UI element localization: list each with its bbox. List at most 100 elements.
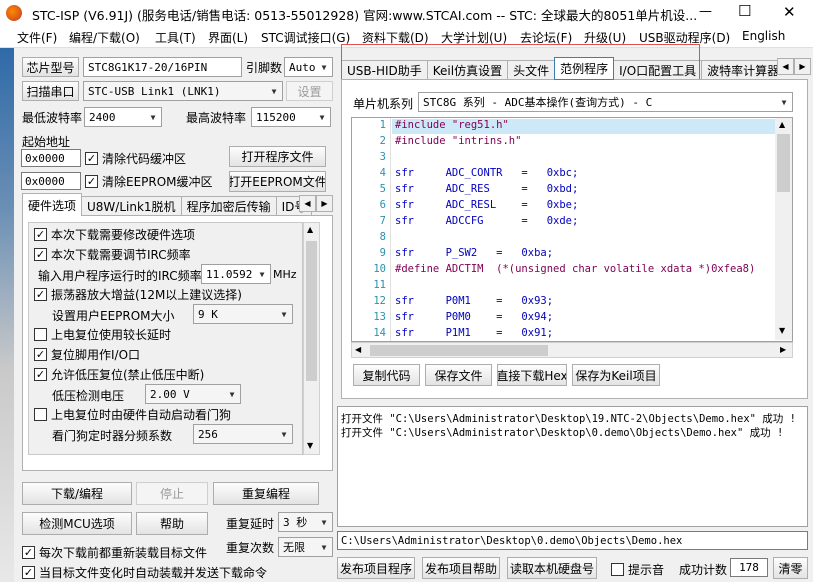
tab-hardware-options[interactable]: 硬件选项 (22, 193, 83, 216)
scroll-up-icon[interactable]: ▲ (307, 225, 313, 234)
sound-label: 提示音 (628, 563, 665, 577)
scroll-down-icon[interactable]: ▼ (779, 326, 785, 335)
scroll-up-icon[interactable]: ▲ (779, 120, 785, 129)
menu-usb-driver[interactable]: USB驱动程序(D) (639, 29, 730, 46)
code-line: sfr P0M1 = 0x93; (395, 295, 554, 307)
port-value: STC-USB Link1 (LNK1) (88, 84, 221, 98)
scroll-thumb[interactable] (306, 241, 317, 381)
tab-baud-calc[interactable]: 波特率计算器 (701, 60, 777, 80)
menu-upgrade[interactable]: 升级(U) (584, 29, 626, 46)
menu-tools[interactable]: 工具(T) (155, 29, 196, 46)
chevron-down-icon: ▼ (229, 389, 235, 399)
publish-project-button[interactable]: 发布项目程序 (337, 557, 415, 579)
tab-header-file[interactable]: 头文件 (507, 60, 556, 80)
publish-help-button[interactable]: 发布项目帮助 (422, 557, 500, 579)
max-baud-value: 115200 (256, 110, 296, 124)
watchdog-divider-select[interactable]: 256 ▼ (193, 424, 293, 444)
pin-count-select[interactable]: Auto ▼ (284, 57, 333, 77)
low-voltage-reset-checkbox[interactable]: ✓ 允许低压复位(禁止低压中断) (34, 366, 204, 383)
save-keil-project-button[interactable]: 保存为Keil项目 (572, 364, 660, 386)
menu-docs[interactable]: 资料下载(D) (362, 29, 429, 46)
line-number: 3 (379, 151, 386, 163)
eeprom-size-select[interactable]: 9 K ▼ (193, 304, 293, 324)
menu-university[interactable]: 大学计划(U) (441, 29, 507, 46)
max-baud-select[interactable]: 115200 ▼ (251, 107, 331, 127)
options-scrollbar[interactable]: ▲ ▼ (303, 222, 320, 455)
code-scroll-thumb[interactable] (777, 134, 790, 192)
osc-gain-checkbox[interactable]: ✓ 振荡器放大增益(12M以上建议选择) (34, 286, 242, 303)
minimize-icon[interactable]: — (699, 4, 712, 19)
code-hscroll-thumb[interactable] (370, 345, 548, 356)
address-eeprom-value: 0x0000 (25, 174, 65, 188)
settings-button[interactable]: 设置 (286, 81, 333, 101)
tab-examples[interactable]: 范例程序 (554, 57, 615, 80)
chip-model-button[interactable]: 芯片型号 (22, 57, 79, 77)
detect-mcu-button[interactable]: 检测MCU选项 (22, 512, 132, 535)
maximize-icon[interactable]: ☐ (738, 2, 751, 20)
menu-forum[interactable]: 去论坛(F) (520, 29, 572, 46)
code-scrollbar-h[interactable]: ◀ ▶ (351, 342, 793, 358)
tab-offline[interactable]: U8W/Link1脱机 (81, 196, 182, 216)
open-program-file-button[interactable]: 打开程序文件 (229, 146, 326, 167)
min-baud-select[interactable]: 2400 ▼ (84, 107, 162, 127)
mcu-series-select[interactable]: STC8G 系列 - ADC基本操作(查询方式) - C ▼ (418, 92, 793, 112)
low-voltage-label: 低压检测电压 (52, 389, 125, 403)
repeat-delay-value: 3 秒 (283, 516, 308, 529)
output-log[interactable]: 打开文件 "C:\Users\Administrator\Desktop\19.… (337, 406, 808, 527)
tool-tab-right-icon[interactable]: ▶ (794, 58, 811, 75)
stop-button[interactable]: 停止 (136, 482, 208, 505)
code-viewer[interactable]: 1 #include "reg51.h" 2 #include "intrins.h"… (351, 117, 793, 342)
download-program-button[interactable]: 下载/编程 (22, 482, 132, 505)
options-tabs: 硬件选项 U8W/Link1脱机 程序加密后传输 ID号 (22, 193, 322, 216)
scroll-down-icon[interactable]: ▼ (307, 441, 313, 450)
scroll-right-icon[interactable]: ▶ (780, 345, 786, 354)
irc-frequency-select[interactable]: 11.0592 ▼ (201, 264, 271, 284)
code-line: sfr ADC_RESL = 0xbe; (395, 199, 579, 211)
clear-eeprom-checkbox[interactable]: ✓ 清除EEPROM缓冲区 (85, 173, 213, 190)
scroll-left-icon[interactable]: ◀ (355, 345, 361, 354)
adjust-irc-checkbox[interactable]: ✓ 本次下载需要调节IRC频率 (34, 246, 191, 263)
tab-io-config[interactable]: I/O口配置工具 (613, 60, 703, 80)
menu-program[interactable]: 编程/下载(O) (69, 29, 140, 46)
auto-load-checkbox[interactable]: ✓ 当目标文件变化时自动装载并发送下载命令 (22, 564, 267, 581)
menu-interface[interactable]: 界面(L) (208, 29, 248, 46)
code-scrollbar-v[interactable]: ▲ ▼ (775, 118, 792, 340)
start-address-code-input[interactable]: 0x0000 (21, 149, 81, 167)
watchdog-auto-checkbox[interactable]: 上电复位时由硬件自动启动看门狗 (34, 406, 231, 423)
menu-english[interactable]: English (742, 29, 785, 43)
save-file-button[interactable]: 保存文件 (425, 364, 492, 386)
download-hex-button[interactable]: 直接下载Hex (497, 364, 567, 386)
copy-code-button[interactable]: 复制代码 (353, 364, 420, 386)
tab-scroll-right-icon[interactable]: ▶ (316, 195, 333, 212)
reload-before-download-checkbox[interactable]: ✓ 每次下载前都重新装载目标文件 (22, 544, 207, 561)
tool-tab-left-icon[interactable]: ◀ (777, 58, 794, 75)
close-icon[interactable]: ✕ (783, 3, 796, 21)
start-address-eeprom-input[interactable]: 0x0000 (21, 172, 81, 190)
tab-keil-sim[interactable]: Keil仿真设置 (426, 60, 509, 80)
port-select[interactable]: STC-USB Link1 (LNK1) ▼ (83, 81, 283, 101)
checkmark-icon: ✓ (22, 566, 35, 579)
repeat-delay-select[interactable]: 3 秒 ▼ (278, 512, 333, 532)
menu-debug[interactable]: STC调试接口(G) (261, 29, 350, 46)
long-reset-delay-checkbox[interactable]: 上电复位使用较长延时 (34, 326, 171, 343)
help-button[interactable]: 帮助 (136, 512, 208, 535)
clear-code-checkbox[interactable]: ✓ 清除代码缓冲区 (85, 150, 186, 167)
repeat-count-select[interactable]: 无限 ▼ (278, 537, 333, 557)
repeat-delay-label: 重复延时 (226, 517, 275, 531)
modify-hw-options-checkbox[interactable]: ✓ 本次下载需要修改硬件选项 (34, 226, 195, 243)
reset-pin-io-checkbox[interactable]: ✓ 复位脚用作I/O口 (34, 346, 140, 363)
open-eeprom-file-button[interactable]: 打开EEPROM文件 (229, 171, 326, 192)
menu-file[interactable]: 文件(F) (17, 29, 57, 46)
tab-scroll-left-icon[interactable]: ◀ (299, 195, 316, 212)
scan-port-button[interactable]: 扫描串口 (22, 81, 79, 101)
read-disk-id-button[interactable]: 读取本机硬盘号 (507, 557, 597, 579)
sound-checkbox[interactable]: 提示音 (611, 561, 664, 578)
tab-usb-hid[interactable]: USB-HID助手 (341, 60, 428, 80)
clear-count-button[interactable]: 清零 (773, 557, 808, 579)
repeat-program-button[interactable]: 重复编程 (213, 482, 319, 505)
repeat-count-value: 无限 (283, 541, 305, 554)
low-voltage-select[interactable]: 2.00 V ▼ (145, 384, 241, 404)
tab-encrypt[interactable]: 程序加密后传输 (180, 196, 277, 216)
chip-model-select[interactable]: STC8G1K17-20/16PIN (83, 57, 242, 77)
line-number: 13 (373, 311, 386, 323)
